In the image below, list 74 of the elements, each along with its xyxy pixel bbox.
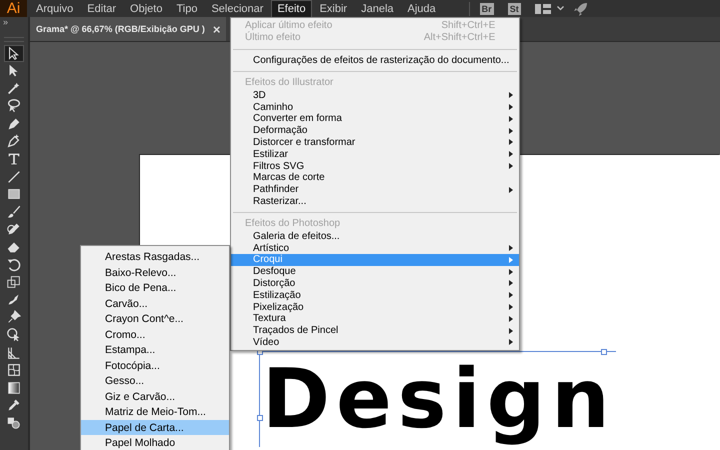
rocket-icon[interactable]: [574, 2, 588, 16]
pen-icon: [6, 116, 22, 132]
tool-button[interactable]: [4, 45, 24, 62]
submenu-item[interactable]: Arestas Rasgadas...: [81, 250, 229, 264]
menu-item[interactable]: Tipo: [170, 0, 204, 18]
menu-item[interactable]: Ajuda: [402, 0, 442, 18]
submenu-item[interactable]: Papel de Carta...: [81, 420, 229, 435]
app-button[interactable]: Br: [480, 2, 494, 14]
submenu-item[interactable]: Papel Molhado: [81, 436, 229, 450]
document-title: Grama* @ 66,67% (RGB/Exibição GPU ): [36, 24, 205, 34]
menu-item[interactable]: Marcas de corte: [231, 172, 520, 184]
menu-item[interactable]: Exibir: [314, 0, 354, 18]
pin-icon: [6, 309, 22, 326]
submenu-item[interactable]: Cromo...: [81, 327, 229, 342]
collapse-icon[interactable]: »: [0, 17, 8, 37]
app-button[interactable]: St: [508, 2, 521, 14]
wand-icon: [6, 80, 22, 97]
selection-handle[interactable]: [257, 415, 263, 421]
pen-icon: [6, 133, 22, 150]
submenu-item[interactable]: Fotocópia...: [81, 358, 229, 373]
menu-section-header: Efeitos do Photoshop: [244, 218, 342, 230]
document-tab[interactable]: Grama* @ 66,67% (RGB/Exibição GPU ) ×: [30, 17, 226, 41]
submenu-item[interactable]: Estampa...: [81, 342, 229, 358]
menu-item[interactable]: Filtros SVG: [231, 160, 520, 172]
submenu-item[interactable]: Baixo-Relevo...: [81, 265, 229, 280]
menu-item[interactable]: Traçados de Pincel: [231, 324, 520, 337]
menu-item[interactable]: Janela: [355, 0, 400, 18]
menu-item[interactable]: Desfoque: [231, 266, 520, 278]
menu-item[interactable]: Pathfinder: [231, 184, 520, 196]
workspace-icon[interactable]: [534, 4, 551, 14]
scale-icon: [6, 274, 22, 290]
menu-item[interactable]: Distorção: [231, 278, 520, 290]
line-icon: [6, 168, 22, 185]
submenu-item[interactable]: Crayon Cont^e...: [81, 312, 229, 326]
menu-item[interactable]: Editar: [81, 0, 122, 18]
submenu-item[interactable]: Gesso...: [81, 374, 229, 388]
menu-item[interactable]: Pixelização: [231, 301, 520, 313]
menu-section-header: Efeitos do Illustrator: [244, 77, 334, 90]
gradient-icon: [6, 380, 22, 396]
menu-item[interactable]: Deformação: [231, 124, 520, 137]
submenu-item[interactable]: Carvão...: [81, 296, 229, 311]
chevron-icon[interactable]: [556, 6, 564, 11]
menu-item[interactable]: Caminho: [231, 101, 520, 113]
menu-item[interactable]: Artístico: [231, 242, 520, 254]
grid-icon: [6, 344, 22, 361]
pointer-icon: [6, 46, 22, 62]
menu-item[interactable]: Arquivo: [30, 0, 80, 18]
lasso-icon: [6, 98, 22, 114]
menu-item[interactable]: Distorcer e transformar: [231, 136, 520, 148]
menu-item[interactable]: Selecionar: [205, 0, 270, 18]
submenu-item[interactable]: Bico de Pena...: [81, 280, 229, 296]
menu-item[interactable]: Estilização: [231, 289, 520, 302]
menu-item[interactable]: Vídeo: [231, 336, 520, 348]
menu-item[interactable]: Estilizar: [231, 148, 520, 160]
menu-item[interactable]: Configurações de efeitos de rasterização do documento...: [231, 54, 520, 66]
menu-item[interactable]: 3D: [231, 89, 520, 102]
selection-handle[interactable]: [601, 349, 607, 355]
blend-icon: [6, 414, 22, 431]
menu-item[interactable]: Galeria de efeitos...: [231, 230, 520, 242]
eyedropper-icon: [6, 397, 22, 414]
menu-item[interactable]: Efeito: [271, 0, 312, 18]
menu-item[interactable]: Rasterizar...: [231, 196, 520, 208]
menu-item[interactable]: Objeto: [124, 0, 168, 18]
menu-item[interactable]: Textura: [231, 312, 520, 325]
submenu-item[interactable]: Matriz de Meio-Tom...: [81, 404, 229, 420]
mesh-icon: [6, 362, 22, 378]
type-tool-icon: [6, 151, 22, 168]
shape-builder-icon: [6, 327, 22, 343]
app-logo[interactable]: Ai: [0, 0, 27, 17]
menu-item[interactable]: Converter em forma: [231, 112, 520, 125]
rotate-icon: [6, 256, 22, 273]
close-icon[interactable]: ×: [212, 22, 220, 36]
brush-icon: [6, 204, 22, 220]
submenu-item[interactable]: Giz e Carvão...: [81, 389, 229, 404]
